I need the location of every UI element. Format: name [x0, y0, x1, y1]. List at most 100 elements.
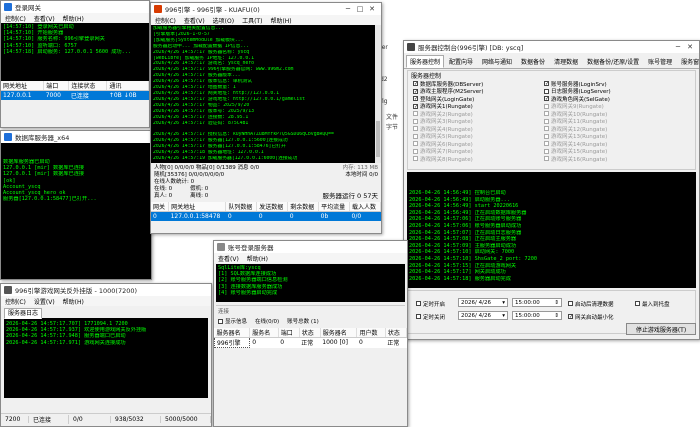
table-row[interactable]: 127.0.0.1 7000 已连接 ↑0B ↓0B	[1, 90, 149, 100]
scrollbar-thumb[interactable]	[376, 121, 380, 157]
menu-view[interactable]: 查看(V)	[218, 254, 239, 263]
col-header[interactable]: 状态	[299, 328, 321, 338]
maximize-icon[interactable]: □	[354, 5, 366, 13]
table-row[interactable]: 996引擎 0 0 正常 1000 [0] 0 正常	[214, 337, 407, 348]
checkbox-box[interactable]	[544, 156, 549, 162]
timer-on-checkbox[interactable]: 定时开启	[416, 300, 445, 308]
col-header[interactable]: 状态	[385, 328, 407, 338]
checkbox-box[interactable]: ✓	[568, 314, 573, 320]
checkbox-box[interactable]	[413, 126, 418, 132]
checkbox-box[interactable]	[568, 301, 573, 307]
checkbox-box[interactable]	[413, 111, 418, 117]
close-icon[interactable]: ✕	[366, 5, 378, 13]
menu-view[interactable]: 查看(V)	[34, 14, 55, 23]
col-header[interactable]: 网关地址	[1, 81, 45, 91]
checkbox-box[interactable]	[544, 103, 549, 109]
tab-service-window[interactable]: 服务窗口	[677, 55, 699, 68]
col-header[interactable]: 用户数	[356, 328, 386, 338]
table-row[interactable]: 0 127.0.0.1:58478 0 0 0 0b 0/0	[151, 211, 381, 221]
menu-help[interactable]: 帮助(H)	[270, 16, 291, 25]
service-checkbox[interactable]: 游戏网关16(Rungate)	[544, 155, 694, 163]
checkbox-box[interactable]	[544, 133, 549, 139]
stop-date-picker[interactable]: 2026/ 4/26 ▾	[458, 311, 508, 320]
login-server-window: 账号登录服务器 查看(V) 帮助(H) SqlLite库:yscq [1] SQ…	[213, 240, 408, 427]
col-header[interactable]: 连接状态	[68, 81, 108, 91]
menu-options[interactable]: 选项(O)	[213, 16, 234, 25]
col-header[interactable]: 平均流量	[318, 202, 351, 212]
checkbox-box[interactable]	[544, 126, 549, 132]
checkbox-box[interactable]: ✓	[413, 81, 418, 87]
menu-bar: 查看(V) 帮助(H)	[214, 253, 407, 263]
menu-control[interactable]: 控制(C)	[5, 297, 26, 306]
tab-network[interactable]: 网络与通知	[478, 55, 516, 68]
checkbox-box[interactable]	[416, 314, 421, 320]
menu-help[interactable]: 帮助(H)	[247, 254, 268, 263]
col-header[interactable]: 网关	[151, 202, 170, 212]
tab-config-wizard[interactable]: 配置向导	[445, 55, 477, 68]
service-checkbox[interactable]: 游戏网关8(Rungate)	[413, 155, 538, 163]
stop-time-picker[interactable]: 15:00:00 ⇕	[512, 311, 562, 320]
start-time-picker[interactable]: 15:00:00 ⇕	[512, 298, 562, 307]
tab-server-control[interactable]: 服务器控制	[406, 55, 445, 68]
minimize-icon[interactable]: ─	[342, 5, 354, 13]
show-info-checkbox[interactable]: 显示信息	[218, 317, 247, 325]
col-header[interactable]: 网关地址	[168, 202, 227, 212]
tab-server-log[interactable]: 服务器日志	[4, 308, 43, 319]
menu-control[interactable]: 控制(C)	[5, 14, 26, 23]
checkbox-box[interactable]: ✓	[544, 96, 549, 102]
minimize-gate-checkbox[interactable]: ✓ 网关启动最小化	[568, 313, 614, 321]
col-header[interactable]: 通讯	[106, 81, 149, 91]
title-bar[interactable]: 996引擎 - 996引擎 - KUAFU(0) ─ □ ✕	[151, 3, 381, 15]
checkbox-box[interactable]	[218, 318, 223, 324]
checkbox-box[interactable]	[413, 141, 418, 147]
checkbox-box[interactable]	[544, 118, 549, 124]
tab-restore[interactable]: 数据备份/还原/设置	[583, 55, 643, 68]
auto-clean-checkbox[interactable]: 启动后清理数据	[568, 300, 614, 308]
checkbox-box[interactable]: ✓	[544, 81, 549, 87]
col-header[interactable]: 发送数据	[256, 202, 289, 212]
checkbox-box[interactable]	[413, 156, 418, 162]
tab-accounts[interactable]: 账号管理	[644, 55, 676, 68]
col-header[interactable]: 载入人数	[349, 202, 381, 212]
col-header[interactable]: 服务名	[249, 328, 279, 338]
timer-off-checkbox[interactable]: 定时关闭	[416, 313, 445, 321]
tab-clean-data[interactable]: 清理数据	[550, 55, 582, 68]
menu-settings[interactable]: 设置(V)	[34, 297, 55, 306]
title-bar[interactable]: 996引擎游戏网关反外挂版 - 1000(7200)	[1, 284, 211, 296]
checkbox-box[interactable]	[544, 88, 549, 94]
checkbox-box[interactable]	[544, 111, 549, 117]
menu-control[interactable]: 控制(C)	[155, 16, 176, 25]
checkbox-box[interactable]	[413, 118, 418, 124]
stop-server-button[interactable]: 停止游戏服务器(T)	[626, 323, 696, 335]
col-header[interactable]: 队列数据	[225, 202, 258, 212]
tab-backup[interactable]: 数据备份	[517, 55, 549, 68]
checkbox-box[interactable]	[416, 301, 421, 307]
checkbox-box[interactable]: ✓	[413, 103, 418, 109]
close-icon[interactable]: ✕	[684, 43, 696, 51]
server-console-window: 服务器控制台(996引擎) [DB: yscq] ─ ✕ 服务器控制 配置向导 网…	[403, 40, 700, 340]
checkbox-box[interactable]: ✓	[413, 96, 418, 102]
title-bar[interactable]: 登录网关	[1, 1, 149, 13]
title-bar[interactable]: 账号登录服务器	[214, 241, 407, 253]
col-header[interactable]: 服务器名	[214, 328, 251, 338]
checkbox-box[interactable]	[413, 148, 418, 154]
menu-help[interactable]: 帮助(H)	[63, 297, 84, 306]
checkbox-box[interactable]	[635, 301, 640, 307]
col-header[interactable]: 服务器名	[320, 328, 358, 338]
checkbox-box[interactable]	[544, 141, 549, 147]
checkbox-box[interactable]	[413, 133, 418, 139]
scrollbar[interactable]	[375, 25, 381, 163]
col-header[interactable]: 端口	[278, 328, 300, 338]
title-bar[interactable]: 服务器控制台(996引擎) [DB: yscq] ─ ✕	[404, 41, 699, 53]
minimize-icon[interactable]: ─	[672, 43, 684, 51]
col-header[interactable]: 剩余数据	[287, 202, 320, 212]
title-bar[interactable]: 数据库服务器_x64	[1, 131, 151, 143]
start-date-picker[interactable]: 2026/ 4/26 ▾	[458, 298, 508, 307]
checkbox-box[interactable]: ✓	[413, 88, 418, 94]
menu-help[interactable]: 帮助(H)	[63, 14, 84, 23]
col-header[interactable]: 端口	[43, 81, 70, 91]
menu-view[interactable]: 查看(V)	[184, 16, 205, 25]
checkbox-box[interactable]	[544, 148, 549, 154]
menu-tools[interactable]: 工具(T)	[242, 16, 262, 25]
tray-checkbox[interactable]: 最入到托盘	[635, 300, 670, 308]
